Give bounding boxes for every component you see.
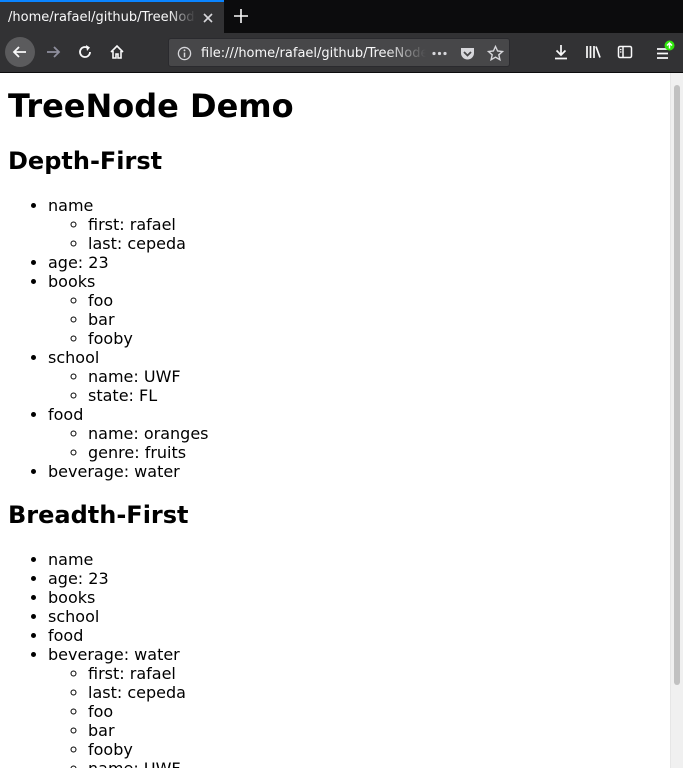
more-icon[interactable] xyxy=(431,45,448,62)
list-item: name: UWF xyxy=(88,367,209,386)
list-item: first: rafael xyxy=(88,664,186,683)
depth-first-heading: Depth-First xyxy=(8,147,163,175)
list-item: school name: UWF state: FL xyxy=(48,348,209,405)
update-badge-icon xyxy=(664,40,675,51)
menu-button[interactable] xyxy=(650,38,678,66)
list-item: name: oranges xyxy=(88,424,209,443)
list-item: last: cepeda xyxy=(88,234,209,253)
forward-button[interactable] xyxy=(39,38,67,66)
downloads-button[interactable] xyxy=(547,38,575,66)
plus-icon xyxy=(234,9,248,23)
list-item: state: FL xyxy=(88,386,209,405)
depth-first-list: name first: rafael last: cepeda age: 23 … xyxy=(0,196,209,481)
close-icon[interactable] xyxy=(200,10,216,26)
star-icon[interactable] xyxy=(487,45,504,62)
library-icon xyxy=(585,46,601,58)
sidebar-icon xyxy=(617,45,633,59)
address-bar[interactable]: file:///home/rafael/github/TreeNode/inde… xyxy=(168,38,510,67)
scrollbar-thumb[interactable] xyxy=(674,85,680,685)
page-content: TreeNode Demo Depth-First name first: ra… xyxy=(0,73,670,768)
sub-list: name: oranges genre: fruits xyxy=(48,424,209,462)
url-text[interactable]: file:///home/rafael/github/TreeNode/inde… xyxy=(201,45,426,62)
new-tab-button[interactable] xyxy=(230,5,252,27)
list-item: beverage: water first: rafael last: cepe… xyxy=(48,645,186,768)
sidebar-button[interactable] xyxy=(611,38,639,66)
tab-title: /home/rafael/github/TreeNode xyxy=(8,10,196,25)
list-item: beverage: water xyxy=(48,462,209,481)
info-icon[interactable] xyxy=(176,45,193,62)
back-button[interactable] xyxy=(5,37,35,67)
list-item: food xyxy=(48,626,186,645)
reload-icon xyxy=(79,45,91,58)
list-item: fooby xyxy=(88,740,186,759)
list-item: foo xyxy=(88,291,209,310)
list-item: first: rafael xyxy=(88,215,209,234)
forward-arrow-icon xyxy=(47,46,61,58)
list-item: genre: fruits xyxy=(88,443,209,462)
breadth-first-list: name age: 23 books school food beverage:… xyxy=(0,550,186,768)
list-item: last: cepeda xyxy=(88,683,186,702)
list-item: food name: oranges genre: fruits xyxy=(48,405,209,462)
list-item: books foo bar fooby xyxy=(48,272,209,348)
home-button[interactable] xyxy=(103,38,131,66)
list-item: name xyxy=(48,550,186,569)
list-item: books xyxy=(48,588,186,607)
list-item: bar xyxy=(88,310,209,329)
sub-list: first: rafael last: cepeda xyxy=(48,215,209,253)
vertical-scrollbar[interactable] xyxy=(670,73,683,768)
page-title: TreeNode Demo xyxy=(8,87,294,125)
tab-active[interactable]: /home/rafael/github/TreeNode xyxy=(0,0,224,33)
home-icon xyxy=(110,44,124,59)
sub-list: first: rafael last: cepeda foo bar fooby… xyxy=(48,664,186,768)
sub-list: foo bar fooby xyxy=(48,291,209,348)
breadth-first-heading: Breadth-First xyxy=(8,501,189,529)
download-icon xyxy=(555,45,567,60)
sub-list: name: UWF state: FL xyxy=(48,367,209,405)
back-arrow-icon xyxy=(12,46,26,58)
list-item: name first: rafael last: cepeda xyxy=(48,196,209,253)
list-item: school xyxy=(48,607,186,626)
reload-button[interactable] xyxy=(71,38,99,66)
list-item: bar xyxy=(88,721,186,740)
pocket-icon[interactable] xyxy=(459,45,476,62)
list-item: name: UWF xyxy=(88,759,186,768)
list-item: age: 23 xyxy=(48,253,209,272)
list-item: age: 23 xyxy=(48,569,186,588)
tab-strip: /home/rafael/github/TreeNode xyxy=(0,0,683,33)
list-item: fooby xyxy=(88,329,209,348)
navigation-toolbar: file:///home/rafael/github/TreeNode/inde… xyxy=(0,33,683,73)
list-item: foo xyxy=(88,702,186,721)
library-button[interactable] xyxy=(579,38,607,66)
